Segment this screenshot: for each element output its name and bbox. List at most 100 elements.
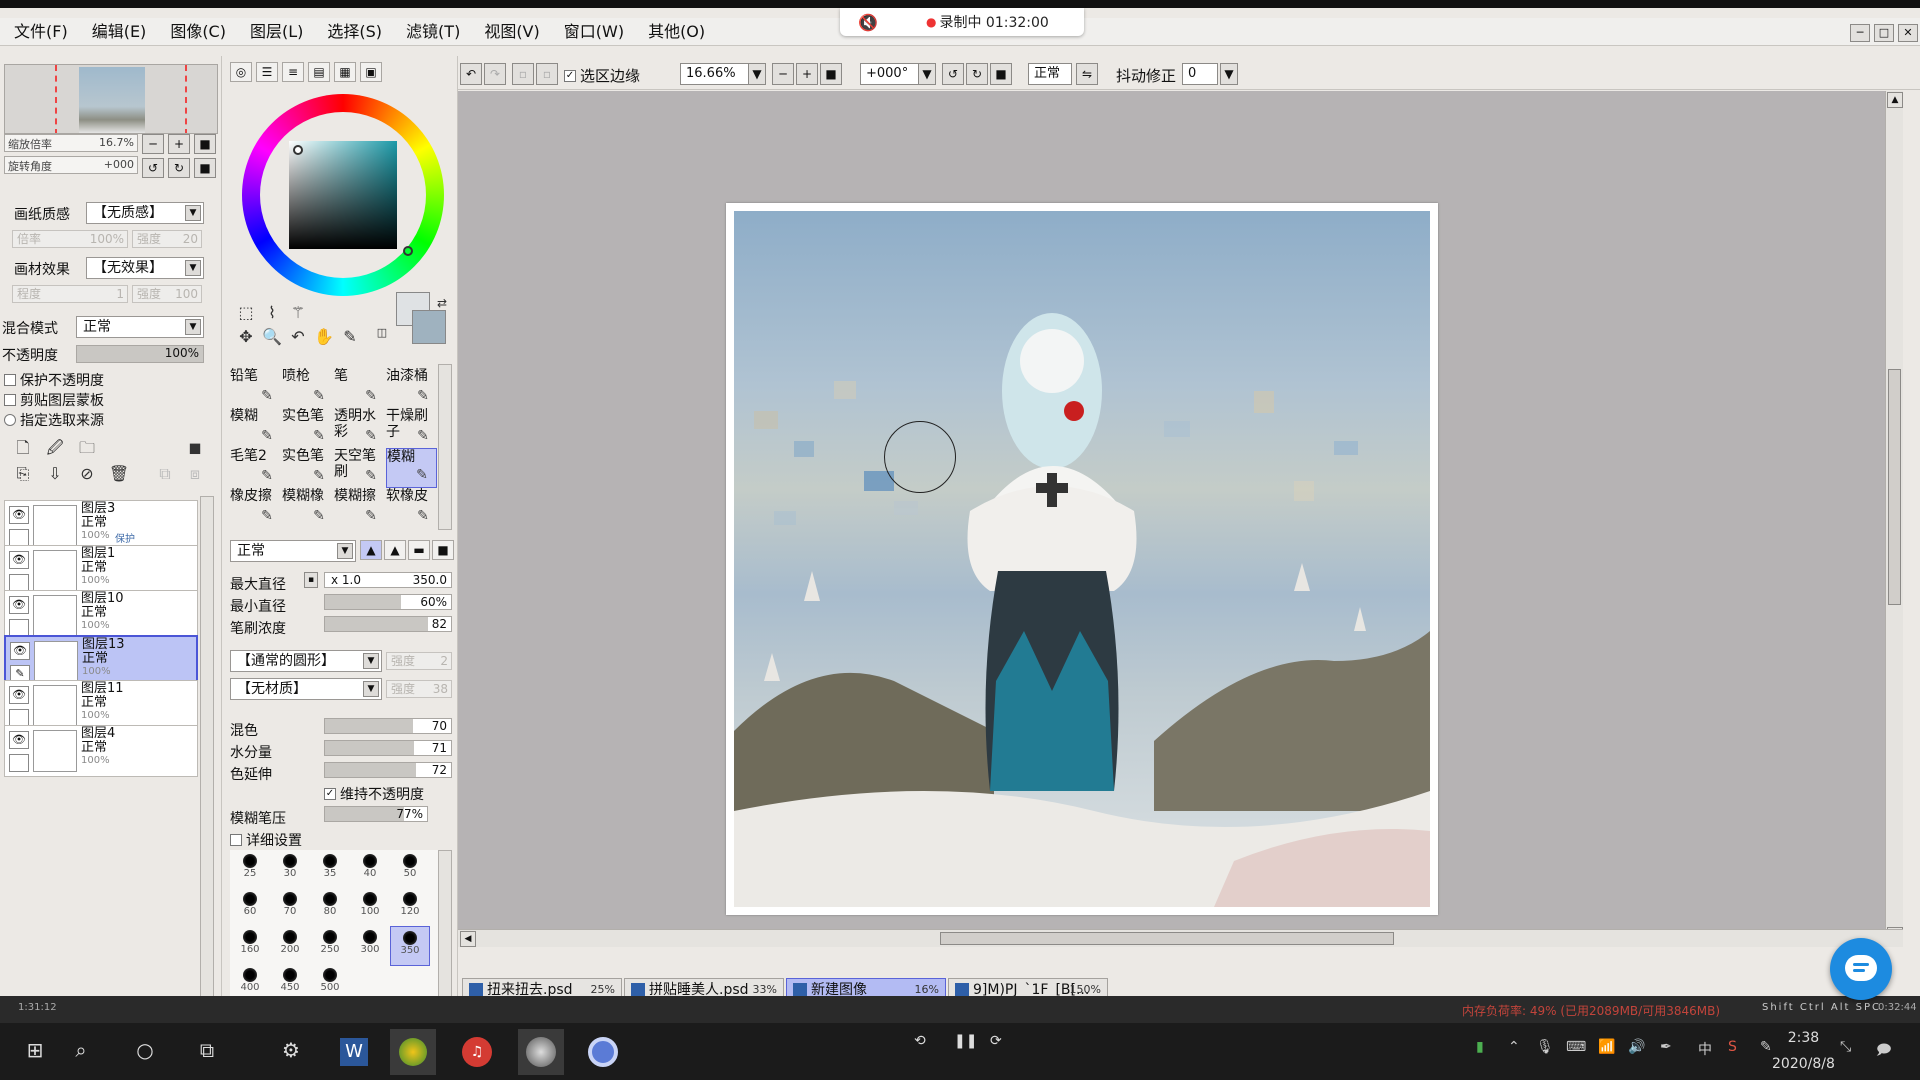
brush-slot[interactable]: 模糊橡 ✎ xyxy=(282,488,333,528)
rect-select-icon[interactable]: ⬚ xyxy=(234,302,258,324)
system-clock[interactable]: 2:38 2020/8/8 xyxy=(1772,1025,1835,1077)
brush-size-option[interactable]: 350 xyxy=(390,926,430,966)
start-volume-icon[interactable]: ⊞ xyxy=(20,1035,50,1065)
paper-texture-select[interactable]: 【无质感】 ▼ xyxy=(86,202,204,224)
secondary-color-swatch[interactable] xyxy=(412,310,446,344)
volume-icon[interactable]: 🔊 xyxy=(1628,1039,1645,1055)
menu-other[interactable]: 其他(O) xyxy=(636,18,717,46)
brush-slot[interactable]: 铅笔 ✎ xyxy=(230,368,281,408)
brush-texture-select[interactable]: 【无材质】 ▼ xyxy=(230,678,382,700)
tip-shape-soft-icon[interactable]: ▬ xyxy=(408,540,430,560)
diameter-mult-button[interactable]: ▪ xyxy=(304,572,318,588)
forward-icon[interactable]: ⟳ xyxy=(990,1033,1002,1049)
keyboard-icon[interactable]: ⌨ xyxy=(1566,1039,1586,1055)
gradient-tab-icon[interactable]: ▤ xyxy=(308,62,330,82)
brush-slot[interactable]: 笔 ✎ xyxy=(334,368,385,408)
chevron-down-icon[interactable]: ▼ xyxy=(918,63,936,85)
water-slider[interactable]: 71 xyxy=(324,740,452,756)
rewind-icon[interactable]: ⟲ xyxy=(914,1033,926,1049)
lock-icon[interactable] xyxy=(9,754,29,772)
brush-size-option[interactable]: 120 xyxy=(390,888,430,928)
brush-slot[interactable]: 油漆桶 ✎ xyxy=(386,368,437,408)
max-diameter-slider[interactable]: x 1.0 350.0 xyxy=(324,572,452,588)
sv-picker-handle[interactable] xyxy=(293,145,303,155)
brush-blend-select[interactable]: 正常 ▼ xyxy=(230,540,356,562)
netease-music-icon[interactable]: ♫ xyxy=(454,1029,500,1075)
redo-icon[interactable]: ↷ xyxy=(484,63,506,85)
color-wheel-tab-icon[interactable]: ◎ xyxy=(230,62,252,82)
hand-icon[interactable]: ✋ xyxy=(312,326,336,348)
brush-slot[interactable]: 喷枪 ✎ xyxy=(282,368,333,408)
sai-app-icon[interactable] xyxy=(518,1029,564,1075)
brush-slot[interactable]: 模糊 ✎ xyxy=(230,408,281,448)
eye-icon[interactable]: 👁 xyxy=(9,596,29,614)
brush-slot[interactable]: 模糊擦 ✎ xyxy=(334,488,385,528)
scratchpad-tab-icon[interactable]: ▣ xyxy=(360,62,382,82)
zoom-out-icon[interactable]: ─ xyxy=(772,63,794,85)
brush-size-option[interactable]: 35 xyxy=(310,850,350,890)
selection-edge-checkbox[interactable]: ✓ 选区边缘 xyxy=(564,65,640,86)
rotate-slider[interactable]: 旋转角度 +000 xyxy=(4,156,138,174)
eye-icon[interactable]: 👁 xyxy=(9,731,29,749)
brush-scrollbar[interactable] xyxy=(438,364,452,530)
flatten-icon[interactable]: ⧈ xyxy=(184,464,206,484)
maximize-button[interactable]: □ xyxy=(1874,24,1894,42)
horizontal-scroll-thumb[interactable] xyxy=(940,932,1394,945)
eye-icon[interactable]: 👁 xyxy=(9,551,29,569)
rotate-reset-icon[interactable]: ■ xyxy=(990,63,1012,85)
clear-layer-icon[interactable]: ⊘ xyxy=(76,464,98,484)
eye-icon[interactable]: 👁 xyxy=(10,642,30,660)
brush-size-option[interactable]: 70 xyxy=(270,888,310,928)
zoom-icon[interactable]: 🔍 xyxy=(260,326,284,348)
zoom-in-icon[interactable]: + xyxy=(796,63,818,85)
eye-icon[interactable]: 👁 xyxy=(9,686,29,704)
brush-size-option[interactable]: 160 xyxy=(230,926,270,966)
brush-slot[interactable]: 毛笔2 ✎ xyxy=(230,448,281,488)
rotate-reset-button[interactable]: ■ xyxy=(194,158,216,178)
chevron-up-icon[interactable]: ⌃ xyxy=(1508,1039,1520,1055)
pause-icon[interactable]: ❚❚ xyxy=(954,1033,977,1049)
menu-file[interactable]: 文件(F) xyxy=(0,18,80,46)
sogou-icon[interactable]: S xyxy=(1728,1039,1737,1055)
new-layer-icon[interactable]: 🗋 xyxy=(12,438,34,458)
brush-size-option[interactable]: 200 xyxy=(270,926,310,966)
brush-size-option[interactable]: 300 xyxy=(350,926,390,966)
hue-picker-handle[interactable] xyxy=(403,246,413,256)
brush-slot[interactable]: 模糊 ✎ xyxy=(386,448,437,488)
menu-filter[interactable]: 滤镜(T) xyxy=(394,18,472,46)
word-app-icon[interactable]: W xyxy=(331,1029,377,1075)
min-diameter-slider[interactable]: 60% xyxy=(324,594,452,610)
brush-slot[interactable]: 实色笔 ✎ xyxy=(282,408,333,448)
recording-indicator[interactable]: 🔇 ● 录制中 01:32:00 xyxy=(840,8,1084,36)
layer-scrollbar[interactable] xyxy=(200,496,214,1036)
saturation-value-square[interactable] xyxy=(289,141,397,249)
brush-slot[interactable]: 实色笔 ✎ xyxy=(282,448,333,488)
battery-app-icon[interactable]: ▮ xyxy=(1476,1039,1484,1055)
undo-icon[interactable]: ↶ xyxy=(460,63,482,85)
new-linework-layer-icon[interactable]: 🖉 xyxy=(44,438,66,458)
canvas-paper[interactable] xyxy=(726,203,1438,915)
menu-window[interactable]: 窗口(W) xyxy=(552,18,636,46)
size-scrollbar[interactable] xyxy=(438,850,452,1002)
flip-horizontal-icon[interactable]: ⇋ xyxy=(1076,63,1098,85)
clipping-mask-checkbox[interactable]: 剪贴图层蒙板 xyxy=(4,390,104,410)
swatch-tab-icon[interactable]: ▦ xyxy=(334,62,356,82)
wifi-icon[interactable]: 📶 xyxy=(1598,1039,1615,1055)
menu-select[interactable]: 选择(S) xyxy=(315,18,394,46)
zoom-slider[interactable]: 缩放倍率 16.7% xyxy=(4,134,138,152)
selection-source-checkbox[interactable]: 指定选取来源 xyxy=(4,410,104,430)
recorder-app-icon[interactable] xyxy=(580,1029,626,1075)
minimize-button[interactable]: ─ xyxy=(1850,24,1870,42)
blend-mode-select[interactable]: 正常 ▼ xyxy=(76,316,204,338)
blur-pressure-slider[interactable]: 77% xyxy=(324,806,428,822)
task-view-icon[interactable]: ⧉ xyxy=(192,1035,222,1065)
new-folder-icon[interactable]: 🗀 xyxy=(76,438,98,458)
scroll-left-icon[interactable]: ◀ xyxy=(460,931,476,947)
opacity-slider[interactable]: 100% xyxy=(76,345,204,363)
menu-image[interactable]: 图像(C) xyxy=(158,18,238,46)
brush-size-option[interactable]: 25 xyxy=(230,850,270,890)
rotate-ccw-icon[interactable]: ↺ xyxy=(942,63,964,85)
browser-app-icon[interactable] xyxy=(390,1029,436,1075)
collapse-icon[interactable]: ⤡ xyxy=(1840,1039,1851,1055)
detail-settings-checkbox[interactable]: 详细设置 xyxy=(230,830,302,850)
